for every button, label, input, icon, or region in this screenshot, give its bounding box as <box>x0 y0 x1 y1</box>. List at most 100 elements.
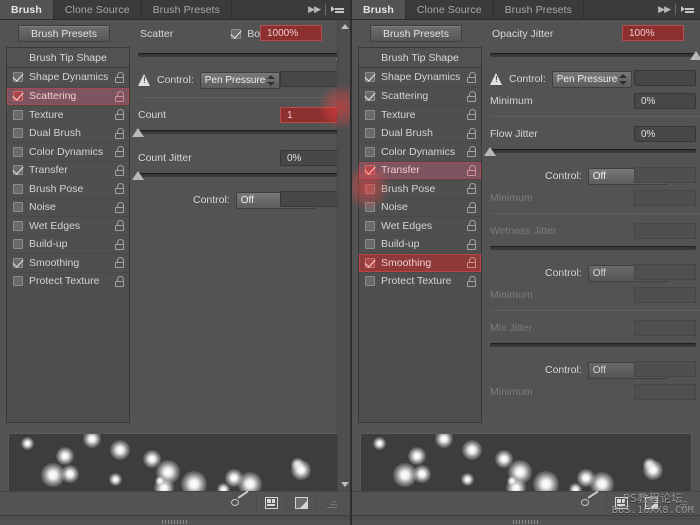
scroll-down-arrow-icon[interactable] <box>341 482 349 487</box>
opacity-control-select[interactable]: Pen Pressure <box>551 70 632 88</box>
opacity-control-extra-field[interactable] <box>634 70 696 86</box>
opacity-jitter-slider-thumb[interactable] <box>690 51 700 60</box>
setting-row-dual-brush[interactable]: Dual Brush <box>359 123 481 143</box>
brush-presets-button[interactable]: Brush Presets <box>370 25 462 42</box>
scrollbar-grip[interactable] <box>513 520 539 524</box>
checkbox-protect-texture[interactable] <box>13 276 23 287</box>
checkbox-smoothing[interactable] <box>365 257 375 268</box>
lock-icon[interactable] <box>467 275 476 287</box>
opacity-jitter-slider[interactable] <box>490 49 700 63</box>
brush-tip-shape-header[interactable]: Brush Tip Shape <box>359 48 481 68</box>
checkbox-transfer[interactable] <box>365 165 375 176</box>
setting-row-shape-dynamics[interactable]: Shape Dynamics <box>7 68 129 87</box>
checkbox-color-dynamics[interactable] <box>13 146 23 157</box>
brush-toggle-icon[interactable] <box>226 490 256 512</box>
checkbox-dual-brush[interactable] <box>365 128 375 139</box>
scatter-control-select[interactable]: Pen Pressure <box>199 71 280 89</box>
scatter-slider[interactable] <box>138 49 348 63</box>
tab-brush-presets[interactable]: Brush Presets <box>493 0 584 19</box>
setting-row-protect-texture[interactable]: Protect Texture <box>7 271 129 291</box>
setting-row-texture[interactable]: Texture <box>7 105 129 124</box>
checkbox-noise[interactable] <box>365 202 375 213</box>
lock-icon[interactable] <box>467 164 476 176</box>
panel-menu-icon[interactable] <box>331 4 344 15</box>
count-jitter-control-extra-field[interactable] <box>280 191 342 207</box>
flow-control-extra-field[interactable] <box>634 167 696 183</box>
brush-presets-panel-icon[interactable] <box>606 494 636 512</box>
brush-toggle-icon[interactable] <box>576 490 606 512</box>
checkbox-scattering[interactable] <box>365 91 375 102</box>
lock-icon[interactable] <box>467 257 476 269</box>
setting-row-smoothing[interactable]: Smoothing <box>7 253 129 272</box>
checkbox-shape-dynamics[interactable] <box>13 72 23 83</box>
lock-icon[interactable] <box>115 220 124 232</box>
setting-row-wet-edges[interactable]: Wet Edges <box>7 216 129 235</box>
both-axes-checkbox[interactable] <box>231 28 242 39</box>
setting-row-shape-dynamics[interactable]: Shape Dynamics <box>359 68 481 87</box>
checkbox-smoothing[interactable] <box>13 257 23 268</box>
tab-clone-source[interactable]: Clone Source <box>53 0 142 19</box>
lock-icon[interactable] <box>467 183 476 195</box>
count-jitter-value-field[interactable]: 0% <box>280 150 342 166</box>
mix-control-extra-field[interactable] <box>634 361 696 377</box>
lock-icon[interactable] <box>115 164 124 176</box>
checkbox-brush-pose[interactable] <box>13 183 23 194</box>
checkbox-scattering[interactable] <box>13 91 23 102</box>
setting-row-protect-texture[interactable]: Protect Texture <box>359 271 481 291</box>
opacity-minimum-slider[interactable] <box>546 94 622 108</box>
setting-row-smoothing[interactable]: Smoothing <box>359 253 481 272</box>
setting-row-transfer[interactable]: Transfer <box>7 160 129 180</box>
checkbox-texture[interactable] <box>13 109 23 120</box>
double-chevron-right-icon[interactable]: ▶▶ <box>658 4 671 15</box>
left-vertical-scrollbar[interactable] <box>337 20 350 491</box>
checkbox-wet-edges[interactable] <box>365 220 375 231</box>
lock-icon[interactable] <box>467 109 476 121</box>
new-brush-icon[interactable] <box>636 494 666 512</box>
checkbox-noise[interactable] <box>13 202 23 213</box>
count-jitter-slider[interactable] <box>132 169 342 183</box>
opacity-minimum-value-field[interactable]: 0% <box>634 93 696 109</box>
setting-row-scattering[interactable]: Scattering <box>7 86 129 105</box>
lock-icon[interactable] <box>115 183 124 195</box>
resize-grip-icon[interactable] <box>666 494 696 512</box>
checkbox-shape-dynamics[interactable] <box>365 72 375 83</box>
double-chevron-right-icon[interactable]: ▶▶ <box>308 4 321 15</box>
lock-icon[interactable] <box>467 146 476 158</box>
lock-icon[interactable] <box>115 127 124 139</box>
wetness-control-extra-field[interactable] <box>634 264 696 280</box>
lock-icon[interactable] <box>115 109 124 121</box>
lock-icon[interactable] <box>467 127 476 139</box>
setting-row-scattering[interactable]: Scattering <box>359 86 481 106</box>
scatter-control-extra-field[interactable] <box>280 71 342 87</box>
count-jitter-slider-thumb[interactable] <box>132 171 144 180</box>
lock-icon[interactable] <box>467 90 476 102</box>
checkbox-brush-pose[interactable] <box>365 183 375 194</box>
setting-row-wet-edges[interactable]: Wet Edges <box>359 216 481 235</box>
count-value-field[interactable]: 1 <box>280 107 342 123</box>
lock-icon[interactable] <box>115 238 124 250</box>
setting-row-build-up[interactable]: Build-up <box>7 234 129 254</box>
tab-brush[interactable]: Brush <box>0 0 54 19</box>
tab-brush[interactable]: Brush <box>352 0 406 19</box>
lock-icon[interactable] <box>115 257 124 269</box>
scatter-value-field[interactable]: 1000% <box>260 25 322 41</box>
flow-jitter-value-field[interactable]: 0% <box>634 126 696 142</box>
lock-icon[interactable] <box>467 201 476 213</box>
checkbox-color-dynamics[interactable] <box>365 146 375 157</box>
setting-row-transfer[interactable]: Transfer <box>359 160 481 179</box>
opacity-jitter-value-field[interactable]: 100% <box>622 25 684 41</box>
scrollbar-grip[interactable] <box>162 520 188 524</box>
checkbox-build-up[interactable] <box>365 239 375 250</box>
lock-icon[interactable] <box>115 146 124 158</box>
panel-menu-icon[interactable] <box>681 4 694 15</box>
lock-icon[interactable] <box>467 71 476 83</box>
lock-icon[interactable] <box>467 238 476 250</box>
checkbox-transfer[interactable] <box>13 165 23 176</box>
count-slider-thumb[interactable] <box>132 128 144 137</box>
checkbox-build-up[interactable] <box>13 239 23 250</box>
flow-jitter-slider[interactable] <box>484 145 696 159</box>
scroll-up-arrow-icon[interactable] <box>341 24 349 29</box>
setting-row-noise[interactable]: Noise <box>359 197 481 217</box>
lock-icon[interactable] <box>115 275 124 287</box>
setting-row-texture[interactable]: Texture <box>359 105 481 124</box>
